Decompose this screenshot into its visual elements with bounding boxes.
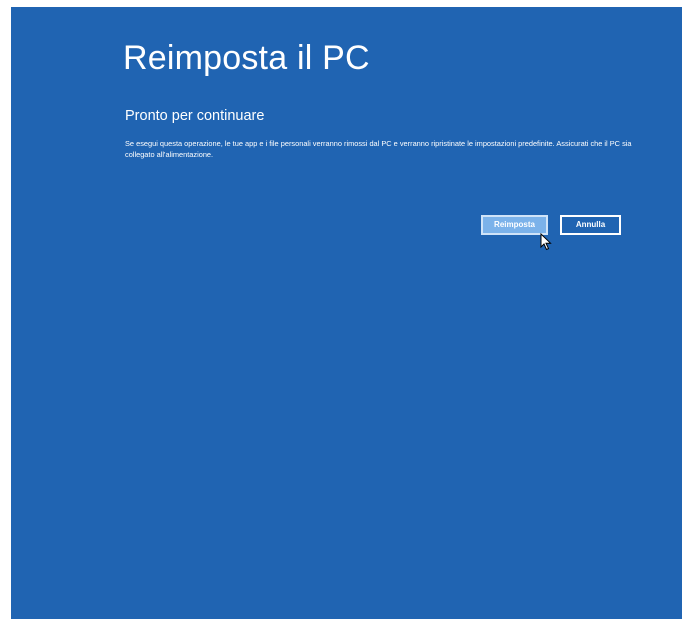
page-title: Reimposta il PC [123, 39, 370, 77]
mouse-pointer-icon [540, 233, 552, 251]
reset-button[interactable]: Reimposta [481, 215, 548, 235]
description-text: Se esegui questa operazione, le tue app … [125, 139, 632, 159]
page-subtitle: Pronto per continuare [125, 108, 265, 124]
cancel-button[interactable]: Annulla [560, 215, 621, 235]
reset-pc-screen: Reimposta il PC Pronto per continuare Se… [11, 7, 682, 619]
